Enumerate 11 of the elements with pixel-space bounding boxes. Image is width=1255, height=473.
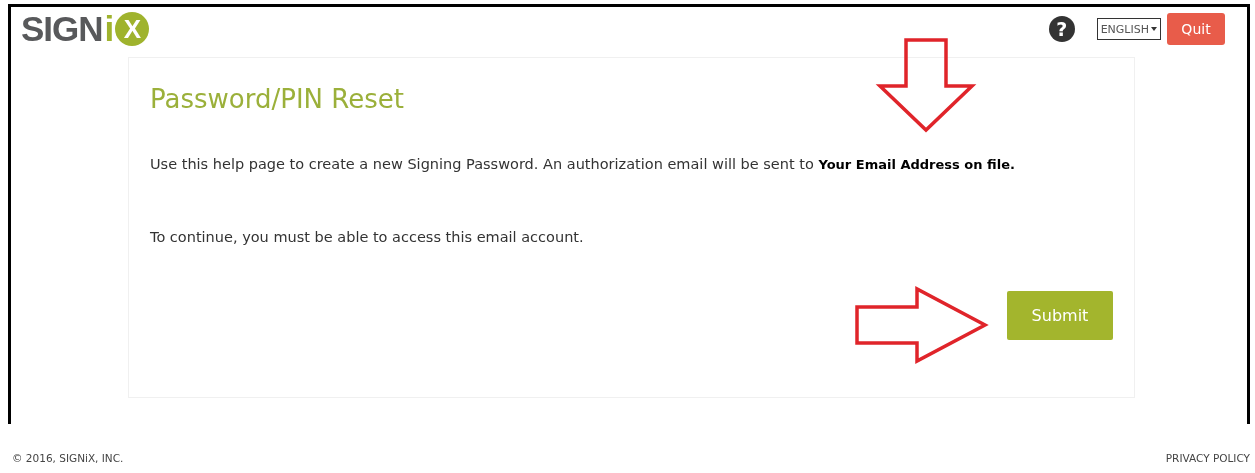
page-title: Password/PIN Reset [150,84,405,114]
notice-text: To continue, you must be able to access this email account. [150,229,585,245]
intro-text: Use this help page to create a new Signing Password. An authorization email will be sent to Your Email Address on file. [150,156,1016,172]
caret-icon [1151,27,1157,31]
help-icon[interactable]: ? [1048,16,1075,42]
logo-letter: i [104,9,115,49]
logo-word: SIGN [21,9,103,49]
language-select[interactable]: ENGLISH [1096,18,1161,40]
privacy-policy-link[interactable]: PRIVACY POLICY [1165,452,1250,464]
copyright-text: © 2016, SIGNiX, INC. [12,452,124,464]
logo-badge: X [115,12,150,46]
